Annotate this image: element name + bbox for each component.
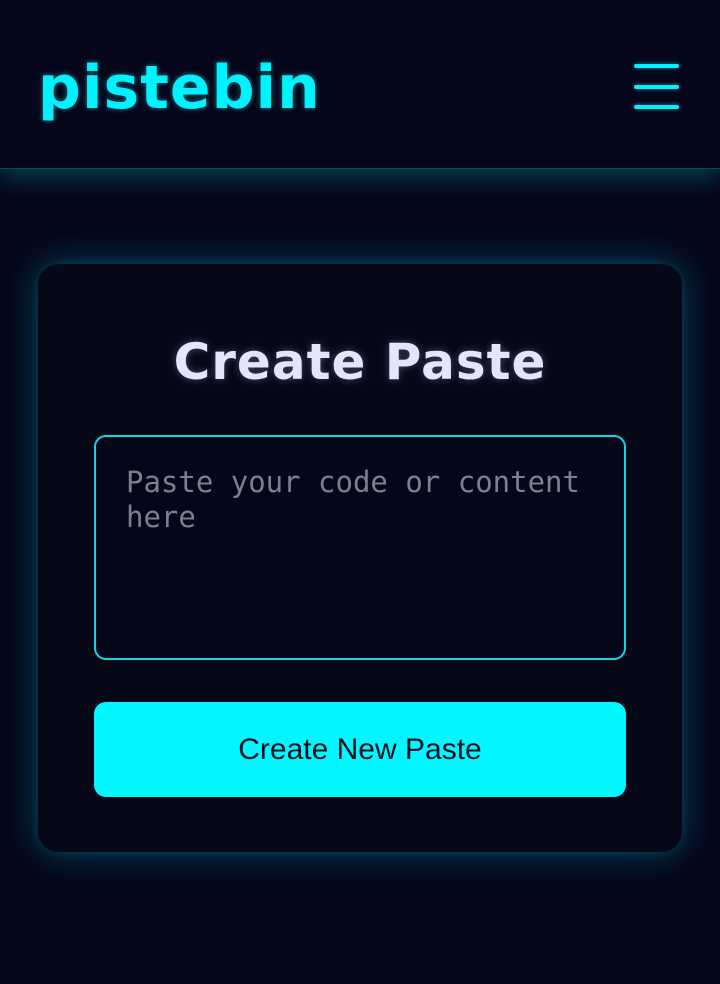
page-title: Create Paste xyxy=(173,333,547,391)
paste-content-input[interactable] xyxy=(94,435,626,660)
menu-bar-middle xyxy=(634,85,679,89)
menu-bar-top xyxy=(634,64,679,68)
hamburger-menu-icon[interactable] xyxy=(628,60,684,114)
menu-bar-bottom xyxy=(634,105,679,109)
create-new-paste-button[interactable]: Create New Paste xyxy=(94,702,626,797)
site-logo[interactable]: pistebin xyxy=(38,52,321,124)
site-header: pistebin xyxy=(0,0,720,169)
